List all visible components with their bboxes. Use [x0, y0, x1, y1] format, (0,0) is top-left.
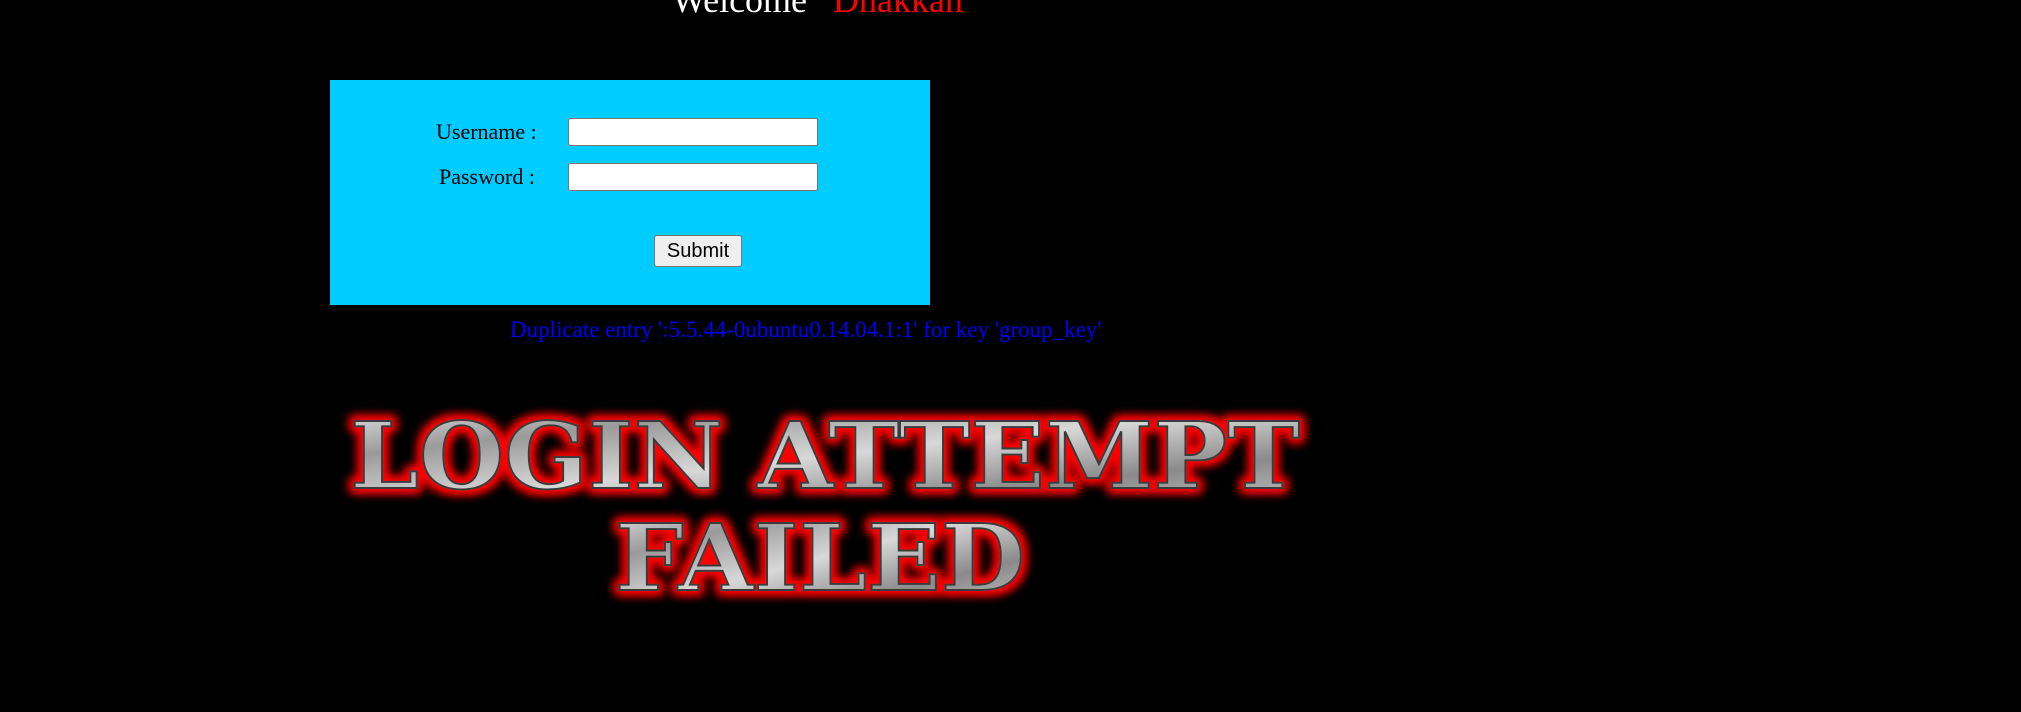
password-input[interactable] — [568, 163, 818, 191]
password-row: Password : — [439, 163, 818, 191]
login-failed-image: LOGIN ATTEMPT FAILED — [349, 401, 1301, 613]
username-label: Username : — [436, 119, 537, 144]
welcome-user-name: Dhakkan — [833, 0, 964, 20]
login-failed-banner: LOGIN ATTEMPT FAILED — [335, 400, 1315, 620]
welcome-header: Welcome Dhakkan — [672, 0, 963, 18]
banner-line2: FAILED — [615, 504, 1025, 612]
login-form: Username : Password : Submit — [330, 80, 930, 305]
password-label: Password : — [439, 164, 535, 189]
error-message: Duplicate entry ':5.5.44-0ubuntu0.14.04.… — [510, 317, 1102, 342]
banner-line1: LOGIN ATTEMPT — [350, 402, 1300, 510]
submit-button[interactable]: Submit — [654, 235, 742, 267]
username-input[interactable] — [568, 118, 818, 146]
username-row: Username : — [436, 118, 818, 146]
welcome-text: Welcome — [672, 0, 808, 20]
